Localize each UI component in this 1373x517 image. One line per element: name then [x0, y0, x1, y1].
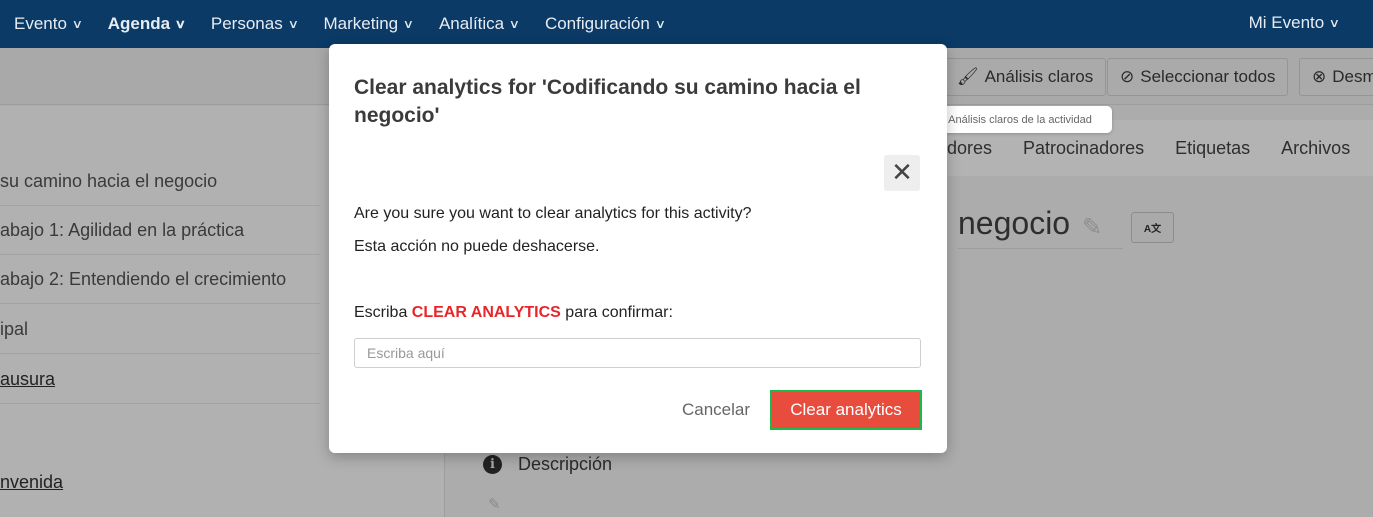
nav-label: Analítica	[438, 14, 505, 33]
nav-personas[interactable]: Personas ∨	[210, 14, 299, 34]
list-item[interactable]: ipal	[0, 305, 320, 354]
warning-text: Esta acción no puede deshacerse.	[354, 238, 600, 255]
tab-tags[interactable]: Etiquetas	[1175, 138, 1250, 159]
translate-icon: A文	[1143, 224, 1162, 235]
edit-icon[interactable]: ✎	[1082, 213, 1108, 241]
nav-label: Evento	[14, 14, 67, 33]
list-item[interactable]: ausura	[0, 355, 320, 404]
description-section: i Descripción	[483, 454, 612, 475]
item-label: abajo 1: Agilidad en la práctica	[0, 220, 245, 240]
nav-label: Configuración	[544, 14, 650, 33]
tab-speakers[interactable]: dores	[947, 138, 992, 159]
tab-sponsors[interactable]: Patrocinadores	[1023, 138, 1144, 159]
button-label: Análisis claros	[984, 67, 1094, 86]
chevron-down-icon: ∨	[174, 17, 187, 31]
list-item[interactable]: su camino hacia el negocio	[0, 157, 320, 206]
confirm-input[interactable]	[354, 338, 921, 368]
label-text: para confirmar:	[560, 304, 673, 321]
cancel-button[interactable]: Cancelar	[682, 400, 750, 420]
tooltip: Análisis claros de la actividad	[928, 106, 1112, 133]
item-label: abajo 2: Entendiendo el crecimiento	[0, 269, 287, 289]
clear-analytics-button[interactable]: 🖌 Análisis claros	[944, 58, 1107, 96]
chevron-down-icon: ∨	[287, 17, 299, 31]
label-text: Escriba	[354, 304, 412, 321]
chevron-down-icon: ∨	[71, 17, 84, 31]
edit-icon[interactable]: ✎	[488, 495, 501, 513]
info-icon: i	[483, 455, 502, 474]
item-label: ausura	[0, 369, 56, 389]
nav-label: Mi Evento	[1248, 13, 1325, 32]
clear-analytics-dialog: Clear analytics for 'Codificando su cami…	[329, 44, 947, 453]
nav-label: Agenda	[107, 14, 171, 33]
check-circle-icon: ⊘	[1120, 67, 1135, 86]
top-nav: Evento ∨ Agenda ∨ Personas ∨ Marketing ∨ Ana…	[0, 0, 1373, 48]
chevron-down-icon: ∨	[1328, 16, 1341, 30]
brush-icon: 🖌	[957, 67, 979, 86]
nav-agenda[interactable]: Agenda ∨	[107, 14, 187, 34]
deselect-button[interactable]: ⊗ Desm	[1299, 58, 1373, 96]
nav-analitica[interactable]: Analítica ∨	[438, 14, 521, 34]
clear-analytics-submit-button[interactable]: Clear analytics	[770, 390, 922, 430]
list-item[interactable]: nvenida	[0, 458, 320, 507]
dialog-title: Clear analytics for 'Codificando su cami…	[354, 76, 861, 127]
item-label: nvenida	[0, 472, 64, 492]
nav-configuracion[interactable]: Configuración ∨	[544, 14, 666, 34]
list-item[interactable]: abajo 2: Entendiendo el crecimiento	[0, 255, 320, 304]
item-label: su camino hacia el negocio	[0, 171, 218, 191]
tab-files[interactable]: Archivos	[1281, 138, 1350, 159]
confirm-question: Are you sure you want to clear analytics…	[354, 205, 752, 222]
nav-mi-evento[interactable]: Mi Evento ∨	[1248, 13, 1341, 33]
nav-label: Marketing	[323, 14, 399, 33]
nav-marketing[interactable]: Marketing ∨	[323, 14, 415, 34]
close-icon: ✕	[891, 157, 913, 187]
item-label: ipal	[0, 319, 29, 339]
button-label: Desm	[1332, 67, 1373, 86]
nav-evento[interactable]: Evento ∨	[14, 14, 84, 34]
translate-button[interactable]: A文	[1131, 212, 1174, 243]
confirm-keyword: CLEAR ANALYTICS	[411, 304, 561, 321]
chevron-down-icon: ∨	[654, 17, 666, 31]
close-button[interactable]: ✕	[884, 155, 920, 191]
nav-label: Personas	[210, 14, 283, 33]
button-label: Seleccionar todos	[1140, 67, 1276, 86]
list-item[interactable]: abajo 1: Agilidad en la práctica	[0, 206, 320, 255]
x-circle-icon: ⊗	[1312, 67, 1327, 86]
chevron-down-icon: ∨	[402, 17, 415, 31]
select-all-button[interactable]: ⊘ Seleccionar todos	[1107, 58, 1289, 96]
confirm-label: Escriba CLEAR ANALYTICS para confirmar:	[354, 304, 673, 322]
description-label: Descripción	[518, 454, 613, 474]
chevron-down-icon: ∨	[508, 17, 521, 31]
